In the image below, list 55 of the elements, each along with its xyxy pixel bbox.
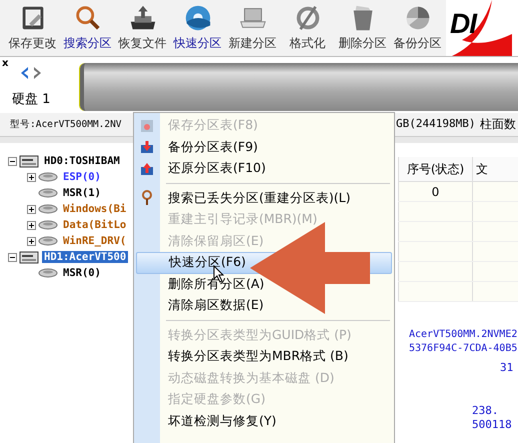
partition-icon bbox=[38, 188, 58, 198]
menu-item[interactable]: 还原分区表(F10) bbox=[134, 158, 394, 180]
tree-item[interactable]: HD1:AcerVT500 bbox=[42, 251, 128, 263]
table-cell: 0 bbox=[398, 182, 472, 201]
hard-drive-icon bbox=[19, 154, 39, 168]
forward-arrow-icon[interactable] bbox=[33, 67, 42, 79]
back-arrow-icon[interactable] bbox=[20, 67, 29, 79]
close-button[interactable]: x bbox=[2, 58, 8, 69]
toolbar-button[interactable]: 新建分区 bbox=[225, 0, 280, 56]
cylinders-label: 柱面数 bbox=[480, 116, 516, 133]
menu-item[interactable]: 坏道检测与修复(Y) bbox=[134, 410, 394, 432]
model-text: 型号:AcerVT500MM.2NV bbox=[10, 118, 122, 131]
toolbar-button[interactable]: 快速分区 bbox=[170, 0, 225, 56]
detail-number: 500118 bbox=[472, 418, 512, 431]
detail-number: 238. bbox=[472, 404, 498, 417]
tree-item[interactable]: Windows(Bi bbox=[61, 203, 128, 215]
tree-item[interactable]: WinRE_DRV( bbox=[61, 235, 128, 247]
menu-item[interactable]: 转换分区表类型为MBR格式 (B) bbox=[134, 346, 394, 368]
toolbar-button[interactable]: 恢复文件 bbox=[115, 0, 170, 56]
column-header[interactable]: 文 bbox=[472, 157, 506, 181]
expand-toggle[interactable] bbox=[27, 236, 37, 246]
expand-toggle[interactable] bbox=[27, 204, 37, 214]
expand-toggle[interactable] bbox=[27, 172, 37, 182]
expand-toggle[interactable] bbox=[27, 220, 37, 230]
menu-item[interactable]: 备份分区表(F9) bbox=[134, 136, 394, 158]
toolbar-button[interactable]: 搜索分区 bbox=[60, 0, 115, 56]
capacity-text: GB(244198MB) bbox=[396, 117, 476, 130]
toolbar-button[interactable]: 格式化 bbox=[280, 0, 335, 56]
tree-item[interactable]: MSR(1) bbox=[61, 187, 103, 199]
column-header[interactable]: 序号(状态) bbox=[398, 157, 472, 181]
menu-item[interactable]: 搜索已丢失分区(重建分区表)(L) bbox=[134, 188, 394, 209]
menu-item[interactable]: 清除扇区数据(E) bbox=[134, 295, 394, 316]
partition-icon bbox=[38, 268, 58, 278]
expand-toggle[interactable] bbox=[8, 156, 18, 166]
hard-drive-icon bbox=[19, 250, 39, 264]
detail-number: 31 bbox=[500, 361, 514, 374]
tree-item[interactable]: Data(BitLo bbox=[61, 219, 128, 231]
download-icon bbox=[140, 140, 154, 154]
partition-icon bbox=[38, 204, 58, 214]
partition-icon bbox=[38, 172, 58, 182]
toolbar-button[interactable]: 备份分区 bbox=[390, 0, 445, 56]
tree-item[interactable]: HD0:TOSHIBAM bbox=[42, 155, 122, 167]
expand-toggle[interactable] bbox=[8, 252, 18, 262]
partition-icon bbox=[38, 236, 58, 246]
tree-item[interactable]: MSR(0) bbox=[61, 267, 103, 279]
partition-icon bbox=[38, 220, 58, 230]
tree-item[interactable]: ESP(0) bbox=[61, 171, 103, 183]
toolbar-button[interactable]: 保存更改 bbox=[5, 0, 60, 56]
disk-label: 硬盘 1 bbox=[12, 91, 50, 108]
detail-text: AcerVT500MM.2NVME2 bbox=[409, 328, 518, 342]
magnifier-icon bbox=[141, 190, 153, 206]
upload-icon bbox=[140, 162, 154, 176]
detail-text: 5376F94C-7CDA-40B5 bbox=[409, 342, 518, 356]
toolbar-button[interactable]: 删除分区 bbox=[335, 0, 390, 56]
logo: DI bbox=[446, 0, 518, 56]
